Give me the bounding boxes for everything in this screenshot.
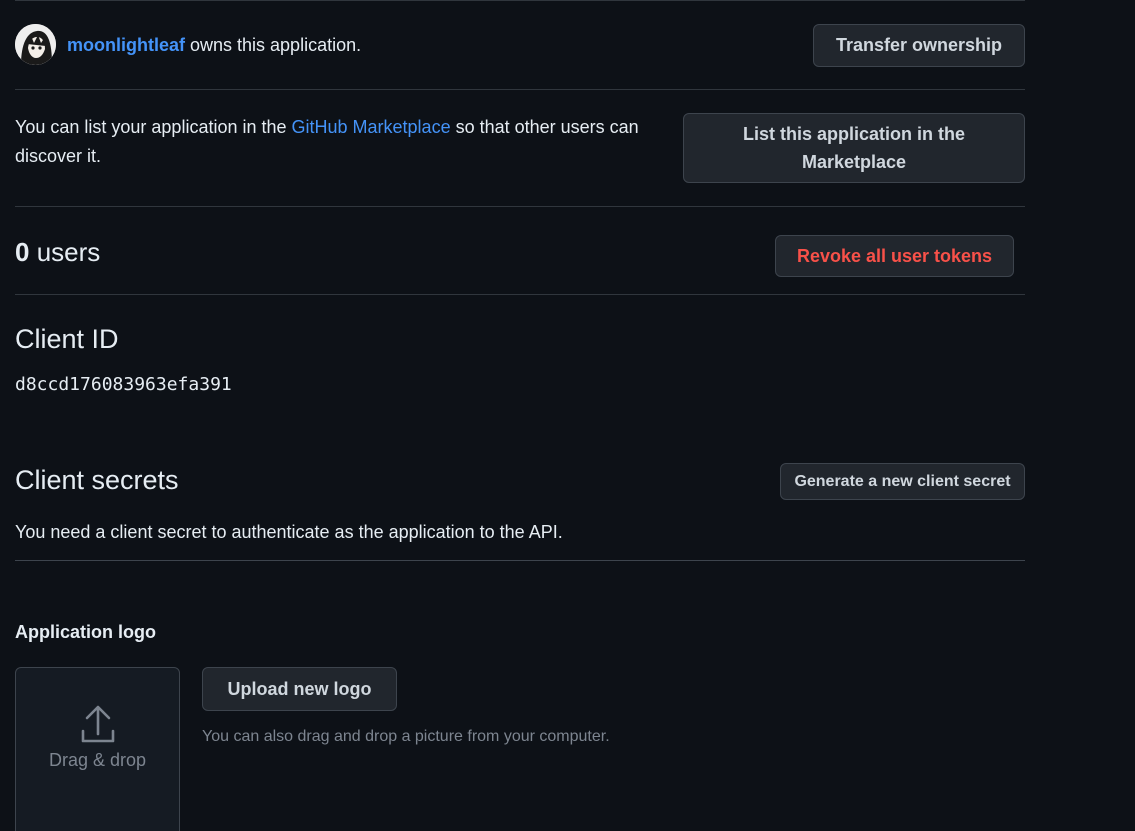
divider — [15, 294, 1025, 295]
upload-hint: You can also drag and drop a picture fro… — [202, 728, 610, 745]
dropzone-label: Drag & drop — [48, 750, 147, 770]
list-in-marketplace-button[interactable]: List this application in the Marketplace — [683, 113, 1025, 183]
application-logo-heading: Application logo — [15, 622, 156, 642]
client-id-value: d8ccd176083963efa391 — [15, 374, 232, 395]
client-id-heading: Client ID — [15, 324, 119, 354]
generate-client-secret-button[interactable]: Generate a new client secret — [780, 463, 1025, 500]
users-count: 0 users — [15, 236, 100, 268]
logo-dropzone[interactable]: Drag & drop — [15, 667, 180, 831]
marketplace-description: You can list your application in the Git… — [15, 113, 685, 171]
owner-suffix: owns this application. — [185, 35, 362, 55]
owner-statement: moonlightleaf owns this application. — [67, 31, 361, 60]
users-count-number: 0 — [15, 237, 30, 267]
client-secrets-heading: Client secrets — [15, 465, 179, 495]
upload-icon — [80, 704, 116, 749]
list-button-line-1: List this application in the — [742, 124, 965, 144]
transfer-ownership-button[interactable]: Transfer ownership — [813, 24, 1025, 67]
list-button-line-2: Marketplace — [801, 152, 907, 172]
revoke-all-user-tokens-button[interactable]: Revoke all user tokens — [775, 235, 1014, 277]
app-settings-page: moonlightleaf owns this application. Tra… — [0, 0, 1135, 831]
divider — [15, 89, 1025, 90]
divider — [15, 0, 1025, 1]
divider — [15, 560, 1025, 561]
owner-username-link[interactable]: moonlightleaf — [67, 35, 185, 55]
owner-avatar[interactable] — [15, 24, 56, 65]
client-secrets-description: You need a client secret to authenticate… — [15, 522, 563, 542]
marketplace-text-before: You can list your application in the — [15, 117, 292, 137]
divider — [15, 206, 1025, 207]
upload-new-logo-button[interactable]: Upload new logo — [202, 667, 397, 711]
users-count-label: users — [29, 237, 101, 267]
github-marketplace-link[interactable]: GitHub Marketplace — [292, 117, 451, 137]
